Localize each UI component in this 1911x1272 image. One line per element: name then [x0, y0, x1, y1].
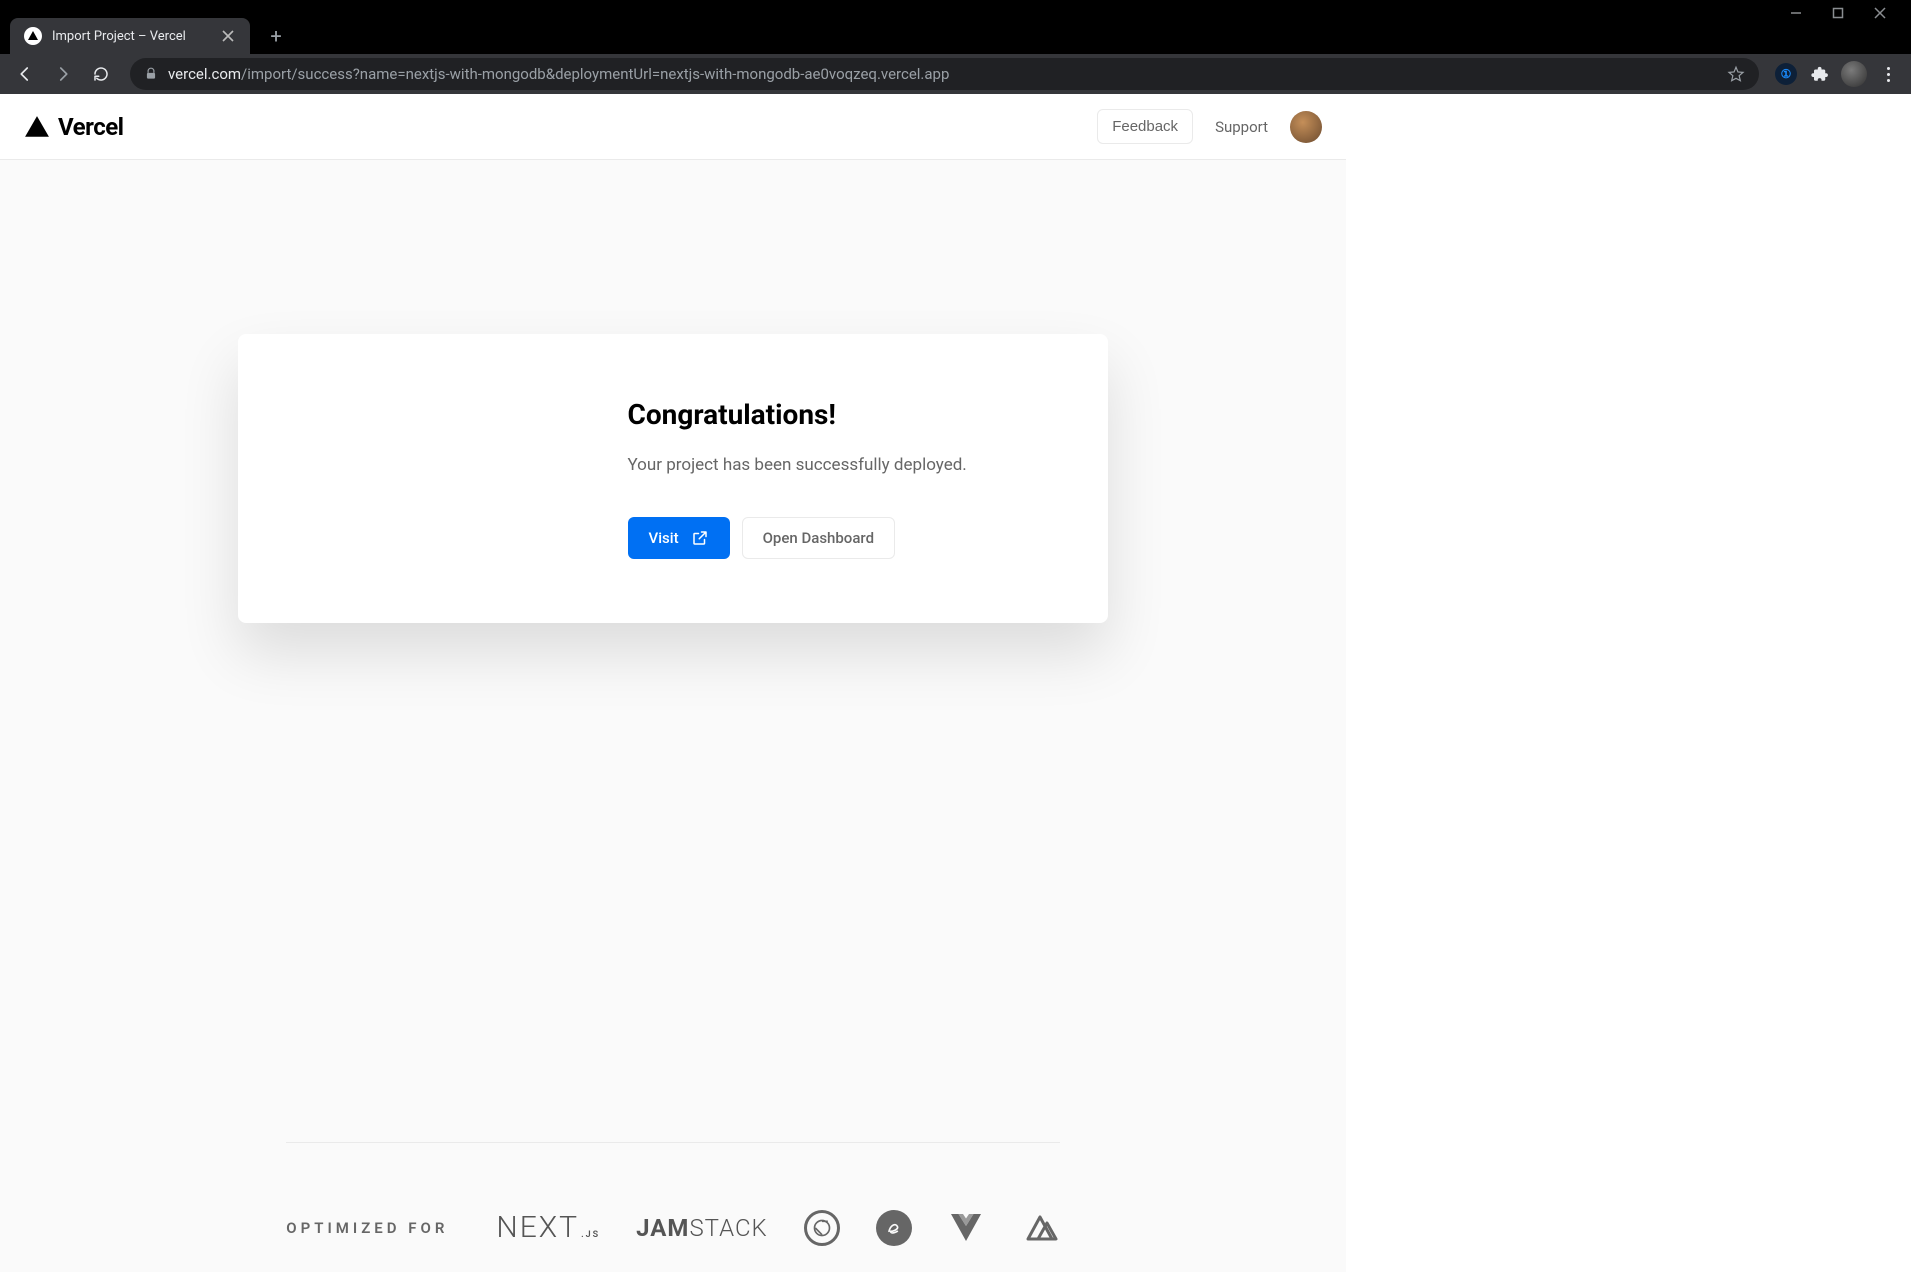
browser-tab[interactable]: Import Project – Vercel [10, 18, 250, 54]
gatsby-logo-icon [804, 1210, 840, 1246]
back-button[interactable] [8, 57, 42, 91]
onepassword-extension-icon[interactable]: ① [1771, 59, 1801, 89]
card-title: Congratulations! [628, 398, 1052, 431]
vue-logo-icon [948, 1211, 984, 1245]
external-link-icon [691, 529, 709, 547]
visit-button[interactable]: Visit [628, 517, 730, 559]
site-header: Vercel Feedback Support [0, 94, 1346, 160]
page: Vercel Feedback Support Congratulations!… [0, 94, 1346, 1272]
viewport-gutter [1346, 94, 1911, 1272]
titlebar [0, 0, 1911, 12]
browser-toolbar: vercel.com/import/success?name=nextjs-wi… [0, 54, 1911, 94]
minimize-icon[interactable] [1789, 6, 1803, 20]
address-bar[interactable]: vercel.com/import/success?name=nextjs-wi… [130, 58, 1759, 90]
visit-label: Visit [649, 529, 679, 547]
nextjs-logo: NEXT.JS [496, 1210, 600, 1245]
chrome-menu-icon[interactable] [1873, 59, 1903, 89]
user-avatar[interactable] [1290, 111, 1322, 143]
vercel-favicon-icon [24, 27, 42, 45]
open-dashboard-button[interactable]: Open Dashboard [742, 517, 895, 559]
content-area: Congratulations! Your project has been s… [0, 160, 1346, 1272]
tab-title: Import Project – Vercel [52, 29, 210, 44]
brand-name: Vercel [58, 113, 124, 141]
footer-label: OPTIMIZED FOR [286, 1219, 448, 1237]
profile-avatar-chrome[interactable] [1839, 59, 1869, 89]
new-tab-button[interactable]: + [262, 22, 290, 50]
card-subtitle: Your project has been successfully deplo… [628, 455, 1052, 475]
success-card: Congratulations! Your project has been s… [238, 334, 1108, 623]
window-controls [1789, 6, 1911, 20]
tab-strip: Import Project – Vercel + [0, 12, 1911, 54]
support-link[interactable]: Support [1215, 118, 1268, 136]
close-window-icon[interactable] [1873, 6, 1887, 20]
url-host: vercel.com [168, 65, 241, 83]
extensions-icon[interactable] [1805, 59, 1835, 89]
browser-chrome: Import Project – Vercel + vercel.com/ [0, 0, 1911, 94]
vercel-logo[interactable]: Vercel [24, 113, 124, 141]
bookmark-star-icon[interactable] [1727, 65, 1745, 83]
url-text: vercel.com/import/success?name=nextjs-wi… [168, 65, 949, 83]
vercel-triangle-icon [24, 114, 50, 140]
maximize-icon[interactable] [1831, 6, 1845, 20]
reload-button[interactable] [84, 57, 118, 91]
footer: OPTIMIZED FOR NEXT.JS JAMSTACK [286, 1142, 1059, 1272]
tab-close-icon[interactable] [220, 28, 236, 44]
deployment-preview-placeholder [294, 398, 628, 559]
feedback-button[interactable]: Feedback [1097, 109, 1193, 144]
footer-logos: NEXT.JS JAMSTACK [496, 1210, 1059, 1246]
url-path: /import/success?name=nextjs-with-mongodb… [241, 65, 949, 83]
ember-logo-icon [876, 1210, 912, 1246]
forward-button[interactable] [46, 57, 80, 91]
lock-icon [144, 67, 158, 81]
nuxt-logo-icon [1020, 1211, 1060, 1245]
jamstack-logo: JAMSTACK [636, 1214, 768, 1242]
card-actions: Visit Open Dashboard [628, 517, 1052, 559]
